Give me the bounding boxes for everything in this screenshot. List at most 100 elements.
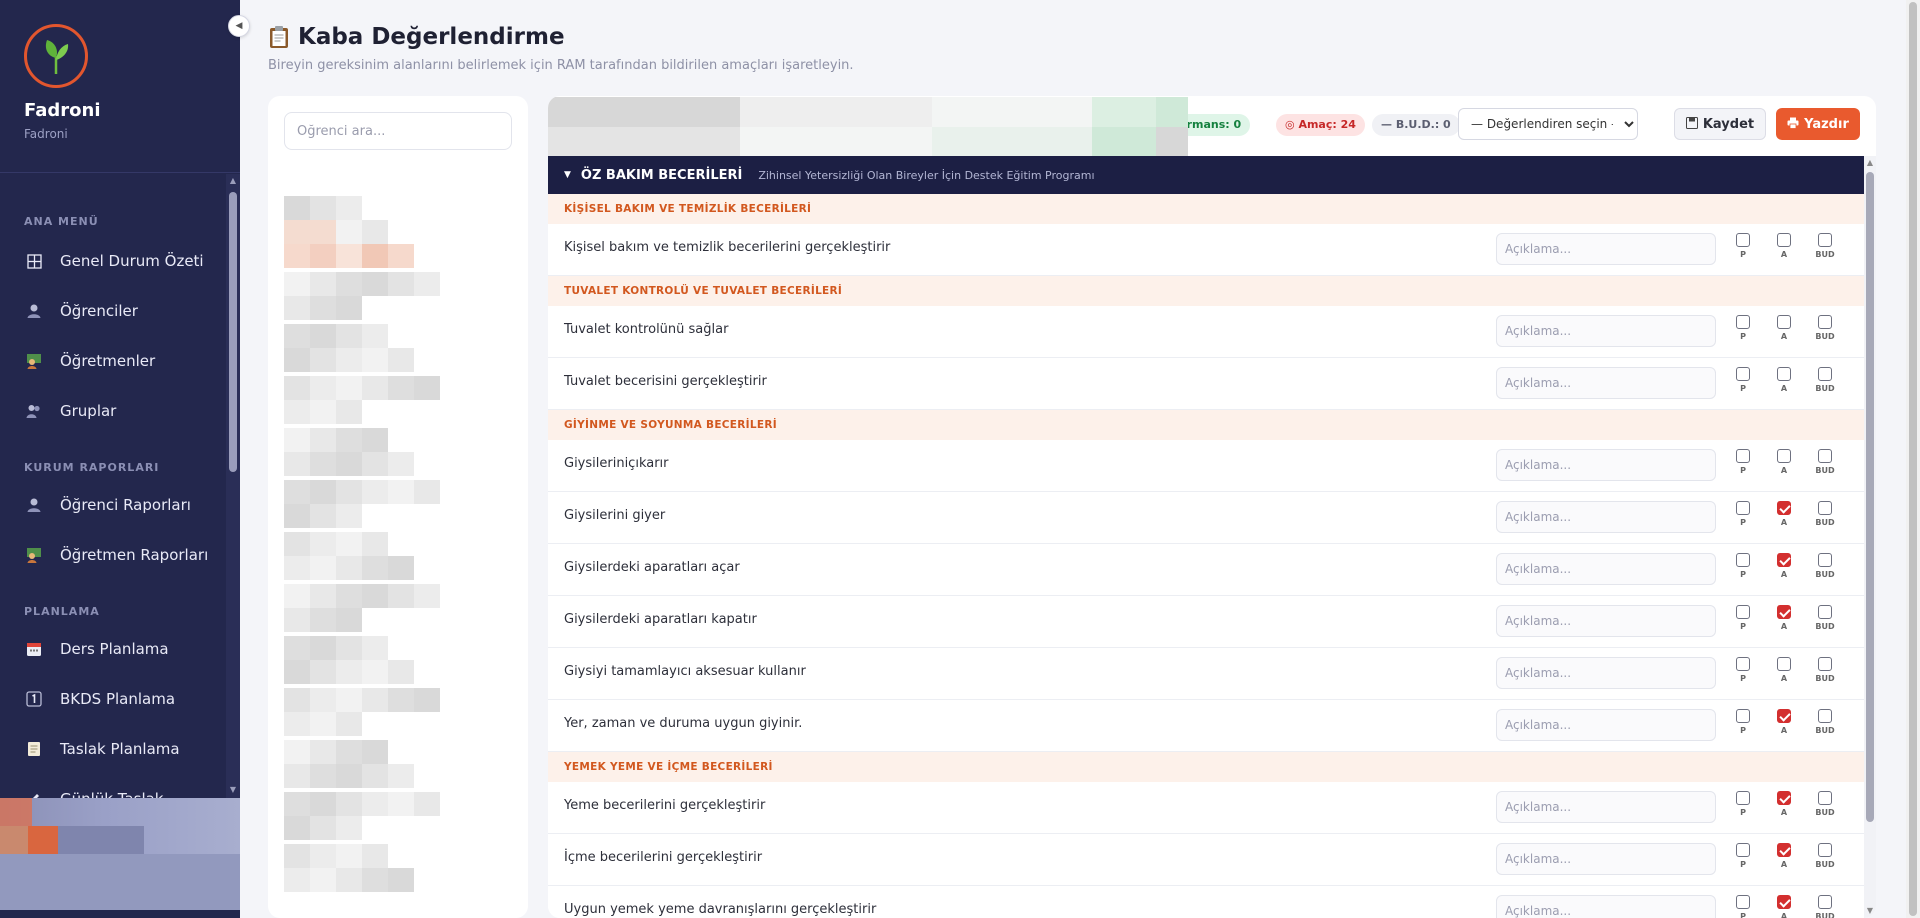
- checkbox-box[interactable]: [1736, 791, 1750, 805]
- a-checkbox[interactable]: A: [1771, 657, 1797, 683]
- page-scrollbar[interactable]: [1906, 0, 1920, 918]
- checkbox-box[interactable]: [1818, 449, 1832, 463]
- note-input[interactable]: [1496, 553, 1716, 585]
- bud-checkbox[interactable]: BUD: [1812, 367, 1838, 393]
- a-checkbox[interactable]: A: [1771, 791, 1797, 817]
- checkbox-box[interactable]: [1818, 233, 1832, 247]
- checkbox-box[interactable]: [1818, 553, 1832, 567]
- evaluator-select[interactable]: — Değerlendiren seçin —: [1458, 108, 1638, 140]
- bud-checkbox[interactable]: BUD: [1812, 315, 1838, 341]
- a-checkbox[interactable]: A: [1771, 449, 1797, 475]
- sidebar-item-teacher-reports[interactable]: Öğretmen Raporları: [24, 537, 208, 573]
- a-checkbox[interactable]: A: [1771, 553, 1797, 579]
- scroll-up-arrow-icon[interactable]: ▲: [1866, 158, 1874, 167]
- bud-checkbox[interactable]: BUD: [1812, 843, 1838, 869]
- note-input[interactable]: [1496, 791, 1716, 823]
- a-checkbox[interactable]: A: [1771, 895, 1797, 918]
- checkbox-box[interactable]: [1736, 501, 1750, 515]
- checkbox-box[interactable]: [1736, 315, 1750, 329]
- checkbox-box[interactable]: [1736, 449, 1750, 463]
- p-checkbox[interactable]: P: [1730, 553, 1756, 579]
- sidebar-item-groups[interactable]: Gruplar: [24, 393, 116, 429]
- note-input[interactable]: [1496, 233, 1716, 265]
- print-button[interactable]: Yazdır: [1776, 108, 1860, 140]
- checkbox-box[interactable]: [1736, 895, 1750, 909]
- bud-checkbox[interactable]: BUD: [1812, 791, 1838, 817]
- scroll-down-arrow-icon[interactable]: ▼: [1866, 906, 1874, 915]
- checkbox-box[interactable]: [1777, 791, 1791, 805]
- checkbox-box[interactable]: [1777, 605, 1791, 619]
- checkbox-box[interactable]: [1818, 605, 1832, 619]
- checkbox-box[interactable]: [1736, 605, 1750, 619]
- checkbox-box[interactable]: [1818, 709, 1832, 723]
- sidebar-item-bkds-planning[interactable]: BKDS Planlama: [24, 681, 175, 717]
- checkbox-box[interactable]: [1777, 895, 1791, 909]
- note-input[interactable]: [1496, 449, 1716, 481]
- checkbox-box[interactable]: [1818, 501, 1832, 515]
- sidebar-item-students[interactable]: Öğrenciler: [24, 293, 138, 329]
- note-input[interactable]: [1496, 895, 1716, 918]
- sidebar-item-lesson-planning[interactable]: Ders Planlama: [24, 631, 169, 667]
- scrollbar-thumb[interactable]: [1909, 2, 1917, 916]
- note-input[interactable]: [1496, 501, 1716, 533]
- note-input[interactable]: [1496, 315, 1716, 347]
- bud-checkbox[interactable]: BUD: [1812, 657, 1838, 683]
- checkbox-box[interactable]: [1736, 709, 1750, 723]
- checkbox-box[interactable]: [1736, 657, 1750, 671]
- p-checkbox[interactable]: P: [1730, 843, 1756, 869]
- sidebar-item-draft-planning[interactable]: Taslak Planlama: [24, 731, 180, 767]
- checkbox-box[interactable]: [1777, 367, 1791, 381]
- checkbox-box[interactable]: [1777, 501, 1791, 515]
- checkbox-box[interactable]: [1777, 449, 1791, 463]
- checkbox-box[interactable]: [1777, 233, 1791, 247]
- p-checkbox[interactable]: P: [1730, 315, 1756, 341]
- table-scrollbar[interactable]: ▲ ▼: [1864, 156, 1876, 918]
- note-input[interactable]: [1496, 605, 1716, 637]
- checkbox-box[interactable]: [1736, 233, 1750, 247]
- sidebar-item-teachers[interactable]: Öğretmenler: [24, 343, 155, 379]
- note-input[interactable]: [1496, 709, 1716, 741]
- note-input[interactable]: [1496, 367, 1716, 399]
- bud-checkbox[interactable]: BUD: [1812, 233, 1838, 259]
- p-checkbox[interactable]: P: [1730, 657, 1756, 683]
- checkbox-box[interactable]: [1777, 843, 1791, 857]
- save-button[interactable]: Kaydet: [1674, 108, 1766, 140]
- a-checkbox[interactable]: A: [1771, 315, 1797, 341]
- checkbox-box[interactable]: [1777, 315, 1791, 329]
- checkbox-box[interactable]: [1777, 709, 1791, 723]
- p-checkbox[interactable]: P: [1730, 709, 1756, 735]
- checkbox-box[interactable]: [1736, 843, 1750, 857]
- bud-checkbox[interactable]: BUD: [1812, 895, 1838, 918]
- checkbox-box[interactable]: [1818, 315, 1832, 329]
- a-checkbox[interactable]: A: [1771, 367, 1797, 393]
- bud-checkbox[interactable]: BUD: [1812, 501, 1838, 527]
- a-checkbox[interactable]: A: [1771, 233, 1797, 259]
- bud-checkbox[interactable]: BUD: [1812, 553, 1838, 579]
- checkbox-box[interactable]: [1736, 367, 1750, 381]
- checkbox-box[interactable]: [1818, 657, 1832, 671]
- note-input[interactable]: [1496, 843, 1716, 875]
- p-checkbox[interactable]: P: [1730, 367, 1756, 393]
- p-checkbox[interactable]: P: [1730, 605, 1756, 631]
- sidebar-item-daily-draft[interactable]: Günlük Taslak: [24, 781, 164, 798]
- note-input[interactable]: [1496, 657, 1716, 689]
- a-checkbox[interactable]: A: [1771, 605, 1797, 631]
- sidebar-collapse-button[interactable]: ◀: [228, 15, 250, 37]
- checkbox-box[interactable]: [1777, 553, 1791, 567]
- sidebar-item-overview[interactable]: Genel Durum Özeti: [24, 243, 204, 279]
- p-checkbox[interactable]: P: [1730, 501, 1756, 527]
- scrollbar-thumb[interactable]: [229, 192, 237, 472]
- scrollbar-thumb[interactable]: [1866, 172, 1874, 822]
- bud-checkbox[interactable]: BUD: [1812, 709, 1838, 735]
- bud-checkbox[interactable]: BUD: [1812, 449, 1838, 475]
- p-checkbox[interactable]: P: [1730, 233, 1756, 259]
- checkbox-box[interactable]: [1777, 657, 1791, 671]
- scroll-down-arrow-icon[interactable]: ▼: [229, 786, 237, 794]
- p-checkbox[interactable]: P: [1730, 791, 1756, 817]
- domain-header[interactable]: ▼ ÖZ BAKIM BECERİLERİ Zihinsel Yetersizl…: [548, 156, 1864, 194]
- checkbox-box[interactable]: [1818, 791, 1832, 805]
- sidebar-item-student-reports[interactable]: Öğrenci Raporları: [24, 487, 191, 523]
- student-search-input[interactable]: [284, 112, 512, 150]
- checkbox-box[interactable]: [1818, 367, 1832, 381]
- sidebar-scrollbar[interactable]: ▲ ▼: [226, 174, 240, 798]
